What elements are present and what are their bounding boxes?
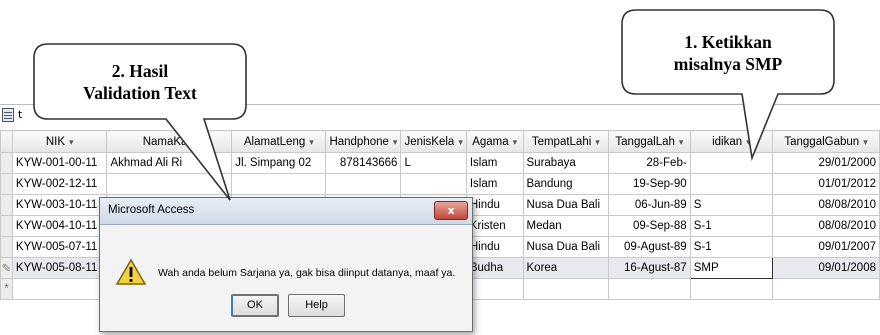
callout-left: 2. Hasil Validation Text	[40, 60, 240, 104]
callout-left-line2: Validation Text	[83, 83, 197, 103]
callout-right: 1. Ketikkan misalnya SMP	[628, 31, 828, 75]
callout-right-line2: misalnya SMP	[673, 54, 783, 74]
callout-left-line1: 2. Hasil	[111, 61, 169, 81]
callout-right-line1: 1. Ketikkan	[684, 32, 772, 52]
